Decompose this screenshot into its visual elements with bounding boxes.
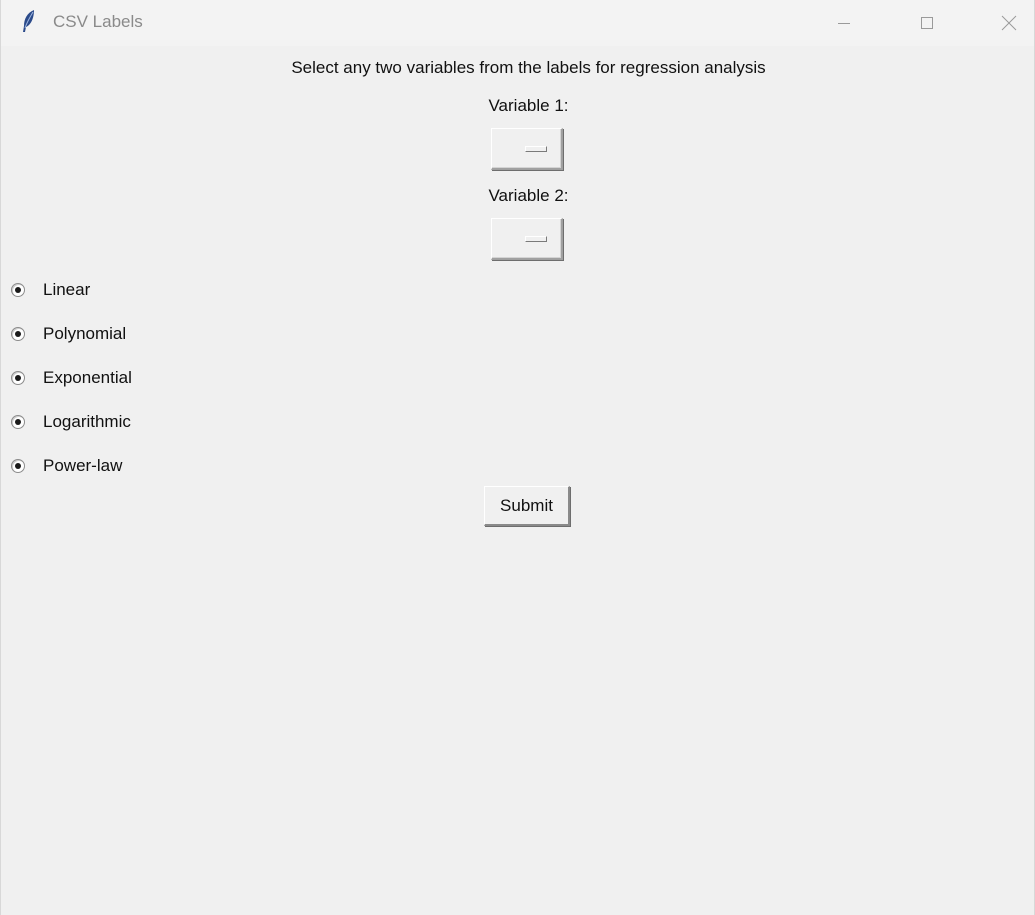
- radio-label: Power-law: [43, 456, 123, 475]
- radio-selected-icon: [11, 283, 25, 297]
- variable1-label: Variable 1:: [488, 96, 569, 115]
- radio-linear[interactable]: Linear: [11, 277, 90, 303]
- minimize-icon: [837, 16, 851, 30]
- radio-label: Exponential: [43, 368, 132, 387]
- variable2-label: Variable 2:: [488, 186, 569, 205]
- variable1-dropdown[interactable]: [491, 128, 563, 170]
- radio-polynomial[interactable]: Polynomial: [11, 321, 126, 347]
- close-icon: [1001, 15, 1017, 31]
- title-bar[interactable]: CSV Labels: [1, 0, 1034, 46]
- radio-selected-icon: [11, 415, 25, 429]
- radio-exponential[interactable]: Exponential: [11, 365, 132, 391]
- variable2-dropdown[interactable]: [491, 218, 563, 260]
- app-window: CSV Labels Select any two variables from…: [0, 0, 1035, 915]
- radio-label: Polynomial: [43, 324, 127, 343]
- minimize-button[interactable]: [821, 0, 867, 46]
- close-button[interactable]: [986, 0, 1032, 46]
- radio-selected-icon: [11, 371, 25, 385]
- option-menu-indicator-icon: [525, 236, 547, 242]
- radio-label: Linear: [43, 280, 91, 299]
- window-title: CSV Labels: [53, 12, 143, 31]
- maximize-icon: [920, 16, 934, 30]
- radio-label: Logarithmic: [43, 412, 131, 431]
- radio-power-law[interactable]: Power-law: [11, 453, 122, 479]
- main-content: Select any two variables from the labels…: [1, 46, 1034, 915]
- radio-selected-icon: [11, 327, 25, 341]
- radio-logarithmic[interactable]: Logarithmic: [11, 409, 131, 435]
- maximize-button[interactable]: [904, 0, 950, 46]
- submit-button[interactable]: Submit: [484, 486, 570, 526]
- feather-icon: [21, 9, 37, 33]
- radio-selected-icon: [11, 459, 25, 473]
- instruction-text: Select any two variables from the labels…: [291, 58, 766, 77]
- option-menu-indicator-icon: [525, 146, 547, 152]
